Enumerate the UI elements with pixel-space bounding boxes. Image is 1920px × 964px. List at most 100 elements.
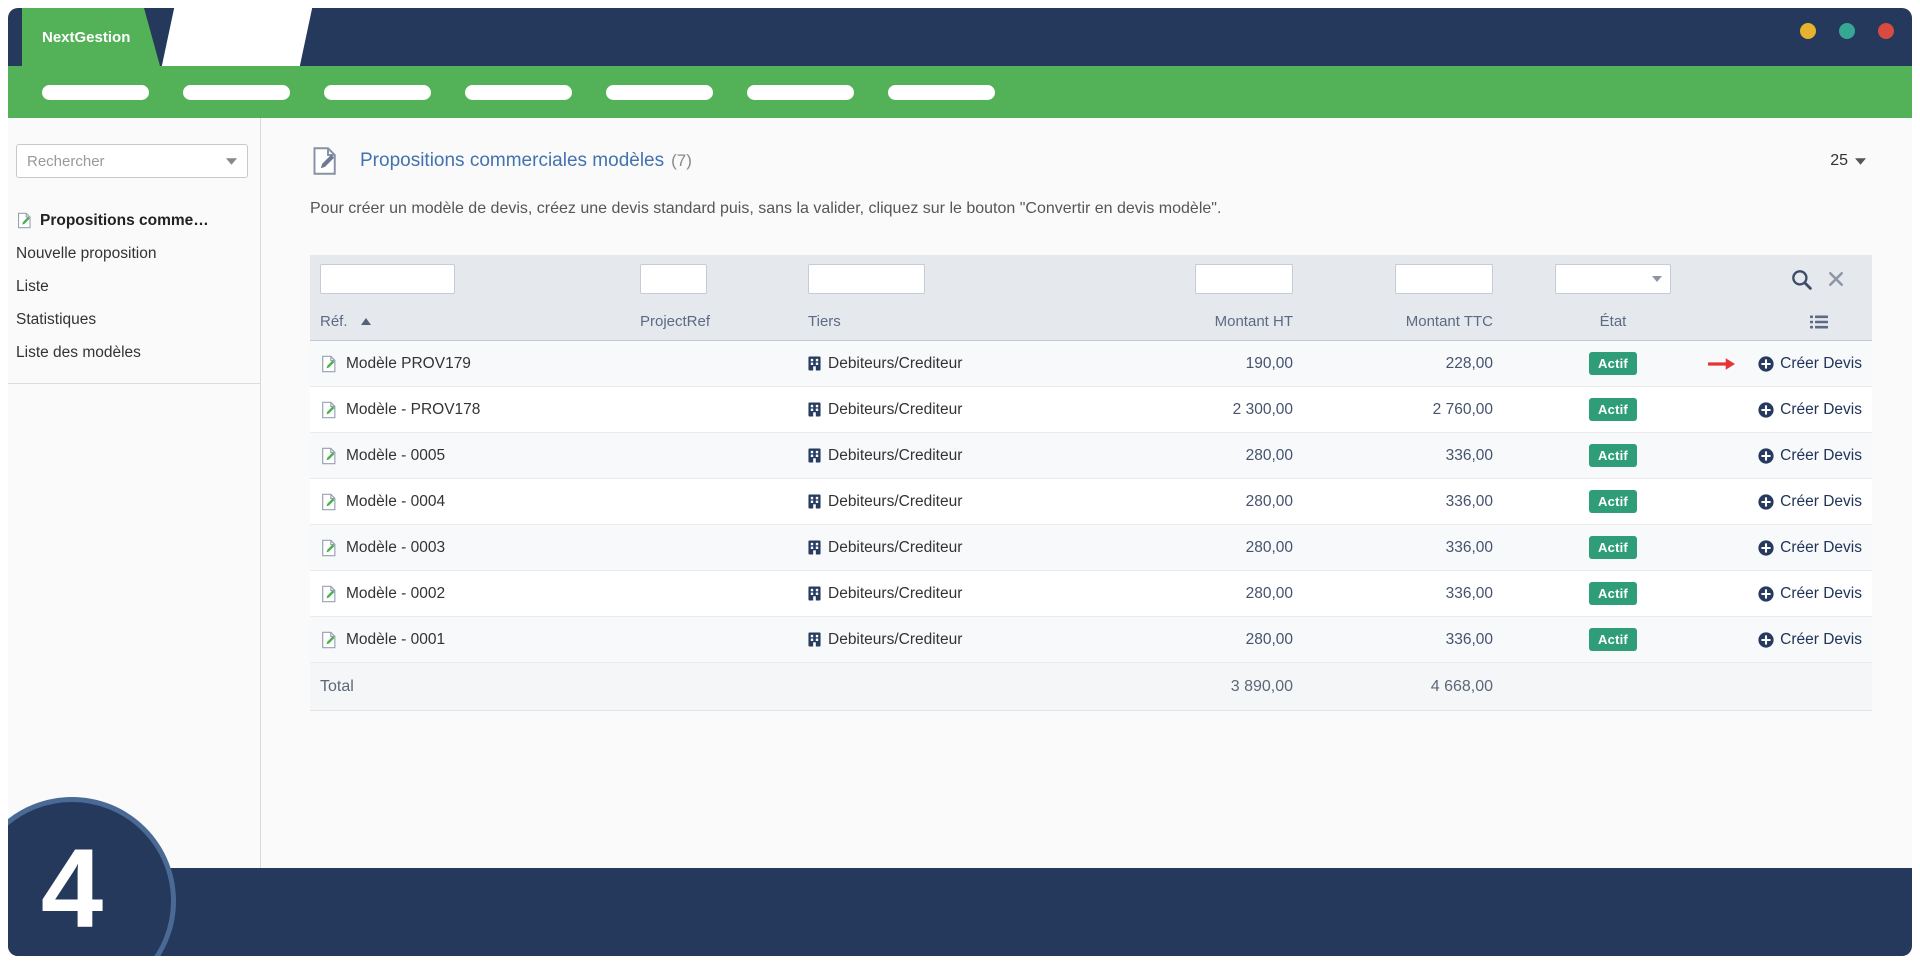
ref-link[interactable]: Modèle - 0003 [346,539,445,557]
col-header-ref[interactable]: Réf. [310,313,640,330]
filter-montant-ht-input[interactable] [1195,264,1293,294]
col-header-etat[interactable]: État [1493,313,1733,330]
tiers-link[interactable]: Debiteurs/Crediteur [828,631,962,649]
plus-circle-icon[interactable] [1758,540,1774,556]
sidebar-item-label: Liste des modèles [16,344,141,362]
footer-bar [8,868,1912,956]
plus-circle-icon[interactable] [1758,632,1774,648]
result-count: (7) [671,151,692,171]
col-header-montant-ht[interactable]: Montant HT [1108,313,1293,330]
app-tab-nextgestion[interactable]: NextGestion [22,8,160,66]
montant-ttc-cell: 336,00 [1293,539,1493,557]
help-text: Pour créer un modèle de devis, créez une… [310,200,1872,218]
montant-ttc-cell: 336,00 [1293,631,1493,649]
document-edit-icon [320,493,338,511]
plus-circle-icon[interactable] [1758,586,1774,602]
ref-link[interactable]: Modèle - 0004 [346,493,445,511]
list-icon [1810,317,1828,332]
sidebar-item-propositions-commerciales[interactable]: Propositions comme… [16,204,244,237]
page-title: Propositions commerciales modèles [360,150,664,172]
create-devis-link[interactable]: Créer Devis [1780,355,1862,373]
topbar: NextGestion [8,8,1912,66]
montant-ttc-cell: 336,00 [1293,585,1493,603]
building-icon [808,402,821,417]
tiers-link[interactable]: Debiteurs/Crediteur [828,355,962,373]
main-menubar [8,66,1912,118]
status-badge: Actif [1589,582,1637,605]
menu-item-pill-5[interactable] [606,85,713,100]
plus-circle-icon[interactable] [1758,402,1774,418]
traffic-light-teal[interactable] [1839,23,1855,39]
montant-ttc-cell: 228,00 [1293,355,1493,373]
plus-circle-icon[interactable] [1758,356,1774,372]
step-number: 4 [41,824,103,953]
table-row: Modèle - 0001 Debiteurs/Crediteur 280,00… [310,617,1872,663]
traffic-light-yellow[interactable] [1800,23,1816,39]
menu-item-pill-6[interactable] [747,85,854,100]
ref-link[interactable]: Modèle - 0002 [346,585,445,603]
tiers-link[interactable]: Debiteurs/Crediteur [828,401,962,419]
status-badge: Actif [1589,628,1637,651]
building-icon [808,540,821,555]
menu-item-pill-7[interactable] [888,85,995,100]
ref-link[interactable]: Modèle - 0001 [346,631,445,649]
menu-item-pill-2[interactable] [183,85,290,100]
sidebar-item-liste-des-modeles[interactable]: Liste des modèles [16,336,244,369]
status-badge: Actif [1589,444,1637,467]
search-button[interactable] [1791,269,1812,290]
col-header-tiers[interactable]: Tiers [808,313,1108,330]
ref-link[interactable]: Modèle PROV179 [346,355,471,373]
sidebar: Rechercher Propositions comme… Nouvelle … [8,118,261,868]
clear-filters-button[interactable] [1828,271,1844,287]
plus-circle-icon[interactable] [1758,448,1774,464]
montant-ht-cell: 280,00 [1108,447,1293,465]
column-selector-button[interactable] [1810,315,1828,329]
create-devis-link[interactable]: Créer Devis [1780,631,1862,649]
create-devis-link[interactable]: Créer Devis [1780,401,1862,419]
menu-item-pill-1[interactable] [42,85,149,100]
sidebar-search-combobox[interactable]: Rechercher [16,144,248,178]
chevron-down-icon[interactable] [226,158,237,165]
ref-link[interactable]: Modèle - PROV178 [346,401,480,419]
col-header-montant-ttc[interactable]: Montant TTC [1293,313,1493,330]
window-controls [1800,23,1894,39]
table-row: Modèle - PROV178 Debiteurs/Crediteur 2 3… [310,387,1872,433]
brand-label: NextGestion [42,29,130,46]
filter-tiers-input[interactable] [808,264,925,294]
filter-montant-ttc-input[interactable] [1395,264,1493,294]
browser-tab-blank[interactable] [162,8,312,66]
tiers-link[interactable]: Debiteurs/Crediteur [828,585,962,603]
create-devis-link[interactable]: Créer Devis [1780,447,1862,465]
create-devis-link[interactable]: Créer Devis [1780,493,1862,511]
create-devis-link[interactable]: Créer Devis [1780,585,1862,603]
menu-item-pill-3[interactable] [324,85,431,100]
tiers-link[interactable]: Debiteurs/Crediteur [828,493,962,511]
col-header-projectref[interactable]: ProjectRef [640,313,808,330]
sidebar-item-label: Statistiques [16,311,96,329]
sidebar-item-nouvelle-proposition[interactable]: Nouvelle proposition [16,237,244,270]
page-size-select[interactable]: 25 [1824,148,1872,174]
plus-circle-icon[interactable] [1758,494,1774,510]
create-devis-link[interactable]: Créer Devis [1780,539,1862,557]
total-row: Total 3 890,00 4 668,00 [310,663,1872,711]
proposal-document-icon [310,146,340,176]
table-row: Modèle - 0004 Debiteurs/Crediteur 280,00… [310,479,1872,525]
tiers-link[interactable]: Debiteurs/Crediteur [828,539,962,557]
traffic-light-red[interactable] [1878,23,1894,39]
filter-row [310,255,1872,303]
montant-ttc-cell: 336,00 [1293,493,1493,511]
filter-projectref-input[interactable] [640,264,707,294]
tiers-link[interactable]: Debiteurs/Crediteur [828,447,962,465]
sidebar-item-statistiques[interactable]: Statistiques [16,303,244,336]
total-montant-ttc: 4 668,00 [1293,678,1493,696]
table-row: Modèle - 0003 Debiteurs/Crediteur 280,00… [310,525,1872,571]
status-badge: Actif [1589,536,1637,559]
document-edit-icon [320,355,338,373]
filter-ref-input[interactable] [320,264,455,294]
filter-etat-select[interactable] [1555,264,1671,294]
status-badge: Actif [1589,398,1637,421]
menu-item-pill-4[interactable] [465,85,572,100]
sidebar-item-liste[interactable]: Liste [16,270,244,303]
ref-link[interactable]: Modèle - 0005 [346,447,445,465]
search-icon [1791,278,1812,293]
